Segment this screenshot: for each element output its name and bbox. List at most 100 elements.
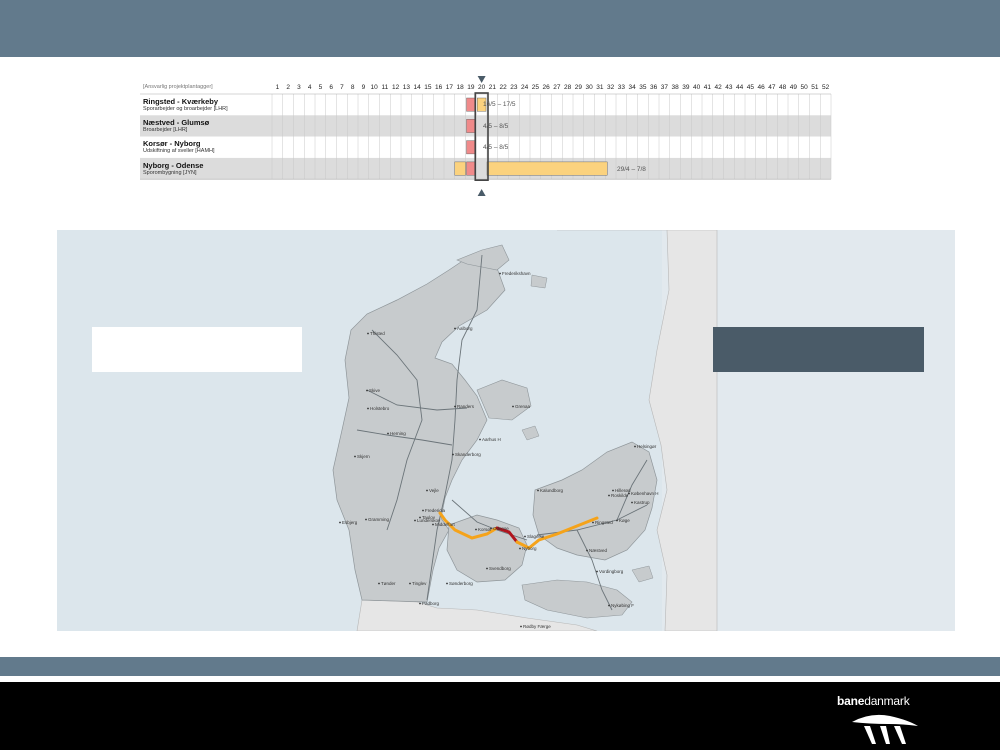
city-dot: [367, 332, 369, 335]
logo-part-2: danmark: [864, 694, 910, 708]
week-label: 26: [542, 84, 550, 91]
city-label: Thisted: [370, 331, 385, 336]
banedanmark-logo-icon: [852, 714, 918, 744]
city-label: Kastrup: [634, 500, 650, 505]
row-1-range: 16/5 – 17/5: [483, 101, 516, 108]
city-dot: [586, 549, 588, 552]
city-dot: [628, 492, 630, 495]
row-2-range: 4/5 – 8/5: [483, 123, 509, 130]
row-subtitle: Sporombygning [JYN]: [143, 170, 197, 176]
city-label: Vejle: [429, 488, 439, 493]
city-label: Frederikshavn: [502, 271, 531, 276]
city-dot: [519, 547, 521, 550]
row-subtitle: Udskiftning af sveller [HAMH]: [143, 148, 215, 154]
week-label: 30: [585, 84, 593, 91]
city-dot: [409, 582, 411, 585]
row-title: Ringsted - Kværkeby: [143, 97, 219, 106]
city-label: Fredericia: [425, 508, 446, 513]
week-label: 15: [424, 84, 432, 91]
week-label: 50: [800, 84, 808, 91]
city-label: Slagelse: [527, 534, 545, 539]
week-label: 7: [340, 84, 344, 91]
city-dot: [454, 327, 456, 330]
current-week-marker-top: [477, 76, 486, 83]
city-dot: [422, 509, 424, 512]
week-label: 6: [329, 84, 333, 91]
city-label: Skjern: [357, 454, 370, 459]
city-label: Svendborg: [489, 566, 511, 571]
week-label: 47: [768, 84, 776, 91]
week-label: 51: [811, 84, 819, 91]
row-subtitle: Sporarbejder og broarbejder [LHR]: [143, 106, 228, 112]
row-4-range: 29/4 – 7/8: [617, 166, 646, 173]
map-area: Frederikshavn Thisted Aalborg Skive Randers G…: [57, 230, 955, 631]
city-dot: [596, 570, 598, 573]
city-label: Sønderborg: [449, 581, 473, 586]
week-label: 20: [478, 84, 486, 91]
city-dot: [592, 521, 594, 524]
city-label: Randers: [457, 404, 475, 409]
week-label: 35: [639, 84, 647, 91]
city-label: Kalundborg: [540, 488, 564, 493]
city-dot: [479, 438, 481, 441]
city-dot: [387, 432, 389, 435]
city-label: Grenaa: [515, 404, 531, 409]
week-label: 52: [822, 84, 830, 91]
week-label: 45: [746, 84, 754, 91]
city-dot: [426, 489, 428, 492]
city-label: Køge: [619, 518, 630, 523]
city-label: Skanderborg: [455, 452, 481, 457]
city-label: Tønder: [381, 581, 396, 586]
city-label: Næstved: [589, 548, 608, 553]
week-label: 10: [370, 84, 378, 91]
week-label: 5: [318, 84, 323, 91]
week-label: 44: [736, 84, 744, 91]
city-label: Nyborg: [522, 546, 537, 551]
week-label: 27: [553, 84, 561, 91]
week-label: 2: [286, 84, 290, 91]
city-label: Herning: [390, 431, 406, 436]
city-label: Middelfart: [435, 522, 456, 527]
week-label: 32: [607, 84, 615, 91]
week-label: 24: [521, 84, 529, 91]
city-label: Holstebro: [370, 406, 390, 411]
gantt-row-1: Ringsted - Kværkeby Sporarbejder og broa…: [143, 97, 271, 113]
city-label: Aarhus H: [482, 437, 501, 442]
current-week-marker-bottom: [477, 189, 486, 196]
city-dot: [631, 501, 633, 504]
city-dot: [608, 604, 610, 607]
week-label: 25: [531, 84, 539, 91]
city-label: Korsør: [478, 527, 492, 532]
city-label: Aalborg: [457, 326, 473, 331]
week-label: 14: [413, 84, 421, 91]
week-label: 13: [402, 84, 410, 91]
gantt-bar: [466, 97, 476, 112]
city-dot: [608, 494, 610, 497]
city-dot: [486, 567, 488, 570]
city-label: Tinglev: [412, 581, 427, 586]
week-label: 43: [725, 84, 733, 91]
brand-logo: banedanmark: [837, 694, 910, 708]
week-label: 48: [779, 84, 787, 91]
week-label: 21: [488, 84, 496, 91]
week-label: 40: [693, 84, 701, 91]
week-label: 23: [510, 84, 518, 91]
city-dot: [414, 519, 416, 522]
city-dot: [366, 389, 368, 392]
city-label: Skive: [369, 388, 381, 393]
gantt-bar: [466, 161, 476, 176]
week-label: 39: [682, 84, 690, 91]
week-label: 1: [275, 84, 280, 91]
week-label: 37: [660, 84, 668, 91]
city-label: Padborg: [422, 601, 440, 606]
week-label: 8: [350, 84, 355, 91]
info-panel-left: [92, 327, 302, 372]
week-label: 31: [596, 84, 604, 91]
week-label: 11: [381, 84, 389, 91]
week-label: 3: [297, 84, 301, 91]
gantt-header-label: [Ansvarlig projektplantagger]: [143, 84, 213, 90]
city-dot: [339, 521, 341, 524]
row-title: Nyborg - Odense: [143, 161, 204, 170]
week-label: 38: [671, 84, 679, 91]
city-label: Gramming: [368, 517, 390, 522]
